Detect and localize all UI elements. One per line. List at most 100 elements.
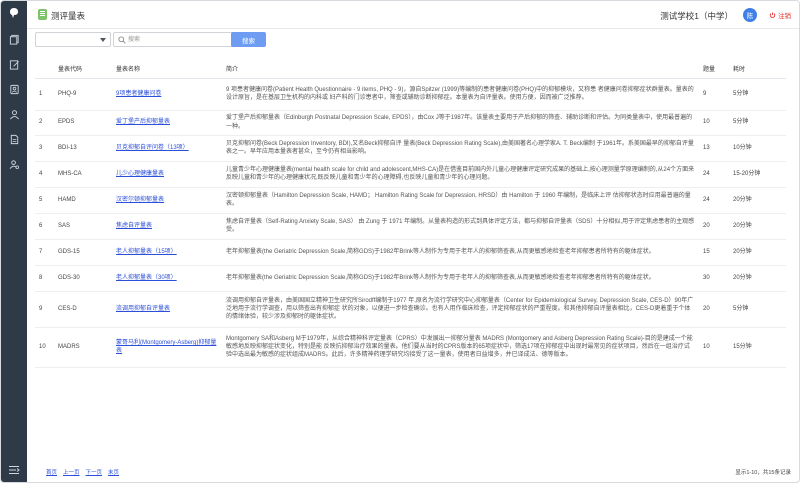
school-name[interactable]: 测试学校1（中学） — [660, 10, 733, 22]
last-page-link[interactable]: 末页 — [108, 468, 119, 476]
scale-intro: 爱丁堡产后抑郁量表（Edinburgh Postnatal Depression… — [222, 110, 699, 136]
app-window: 测评量表 测试学校1（中学） 陈 注销 搜索 量表代码 量表名称 简介 题量 — [0, 0, 800, 483]
scale-code: MHS-CA — [54, 161, 112, 188]
scale-items: 9 — [699, 78, 729, 111]
pages-icon[interactable] — [8, 33, 20, 45]
table-row: 5 HAMD 汉密尔顿抑郁量表 汉密顿抑郁量表（Hamilton Depress… — [35, 187, 786, 214]
scale-name-link[interactable]: 蒙哥马利(Montgomery-Asberg)抑郁量表 — [116, 340, 216, 354]
scale-code: PHQ-9 — [54, 78, 112, 111]
row-index: 10 — [35, 327, 54, 368]
scale-time: 10分钟 — [729, 135, 786, 162]
row-index: 4 — [35, 161, 54, 188]
scale-time: 20分钟 — [729, 265, 786, 292]
table-row: 8 GDS-30 老人抑郁量表（30项） 老年抑郁量表(the Geriatri… — [35, 265, 786, 292]
table-row: 3 BDI-13 贝克抑郁自评问卷（13项） 贝克抑郁问卷(Beck Depre… — [35, 135, 786, 162]
col-header-index — [35, 59, 54, 79]
row-index: 9 — [35, 291, 54, 328]
user-settings-icon[interactable] — [8, 158, 20, 170]
scale-intro: 9 项患者健康问卷(Patient Health Questionnaire -… — [222, 78, 699, 111]
top-bar: 测评量表 测试学校1（中学） 陈 注销 — [27, 1, 799, 29]
pagination: 首页 上一页 下一页 末页 — [46, 468, 119, 476]
table-row: 10 MADRS 蒙哥马利(Montgomery-Asberg)抑郁量表 Mon… — [35, 327, 786, 368]
scale-items: 24 — [699, 187, 729, 214]
first-page-link[interactable]: 首页 — [46, 468, 57, 476]
table-row: 6 SAS 焦虑自评量表 焦虑自评量表（Self-Rating Anxiety … — [35, 213, 786, 240]
document-icon[interactable] — [8, 133, 20, 145]
scale-items: 10 — [699, 110, 729, 136]
table-row: 7 GDS-15 老人抑郁量表（15项） 老年抑郁量表(the Geriatri… — [35, 239, 786, 266]
scale-time: 20分钟 — [729, 239, 786, 266]
scale-code: GDS-15 — [54, 239, 112, 266]
expand-menu-icon[interactable] — [8, 465, 20, 475]
row-index: 1 — [35, 78, 54, 111]
scale-intro: 儿童青少年心理健康量表(mental health scale for chil… — [222, 161, 699, 188]
scale-name-link[interactable]: 流调用抑郁自评量表 — [116, 306, 170, 312]
col-header-name[interactable]: 量表名称 — [112, 59, 222, 79]
scale-name-link[interactable]: 焦虑自评量表 — [116, 223, 152, 229]
search-button[interactable]: 搜索 — [231, 32, 266, 47]
prev-page-link[interactable]: 上一页 — [63, 468, 80, 476]
avatar[interactable]: 陈 — [743, 8, 757, 22]
scale-items: 10 — [699, 327, 729, 368]
sidebar — [1, 1, 27, 482]
scale-code: BDI-13 — [54, 135, 112, 162]
scale-items: 30 — [699, 265, 729, 292]
table-row: 2 EPDS 爱丁堡产后抑郁量表 爱丁堡产后抑郁量表（Edinburgh Pos… — [35, 110, 786, 136]
col-header-time[interactable]: 耗时 — [729, 59, 786, 79]
search-icon — [118, 36, 126, 44]
scale-name-link[interactable]: 老人抑郁量表（30项） — [116, 275, 177, 281]
logout-button[interactable]: 注销 — [769, 10, 791, 20]
table-row: 4 MHS-CA 儿少心理健康量表 儿童青少年心理健康量表(mental hea… — [35, 161, 786, 188]
scale-intro: 流调用抑郁自评量表，由美国国立精神卫生研究所Sirodff编制于1977 年,原… — [222, 291, 699, 328]
record-summary: 显示1-10，共15条记录 — [735, 470, 791, 476]
scale-items: 24 — [699, 161, 729, 188]
scale-name-link[interactable]: 老人抑郁量表（15项） — [116, 249, 177, 255]
scale-intro: 焦虑自评量表（Self-Rating Anxiety Scale, SAS） 由… — [222, 213, 699, 240]
logout-label: 注销 — [778, 13, 791, 20]
scale-name-link[interactable]: 贝克抑郁自评问卷（13项） — [116, 145, 189, 151]
row-index: 8 — [35, 265, 54, 292]
scale-items: 20 — [699, 291, 729, 328]
scale-items: 20 — [699, 213, 729, 240]
row-index: 6 — [35, 213, 54, 240]
scale-time: 5分钟 — [729, 78, 786, 111]
scale-table: 量表代码 量表名称 简介 题量 耗时 1 PHQ-9 9项患者健康问卷 9 项患… — [35, 59, 786, 368]
row-index: 5 — [35, 187, 54, 214]
scale-code: CES-D — [54, 291, 112, 328]
scale-intro: 老年抑郁量表(the Geriatric Depression Scale,简称… — [222, 239, 699, 266]
user-icon[interactable] — [8, 108, 20, 120]
table-header: 量表代码 量表名称 简介 题量 耗时 — [35, 59, 786, 79]
row-index: 3 — [35, 135, 54, 162]
col-header-code[interactable]: 量表代码 — [54, 59, 112, 79]
table-row: 9 CES-D 流调用抑郁自评量表 流调用抑郁自评量表，由美国国立精神卫生研究所… — [35, 291, 786, 328]
scale-time: 5分钟 — [729, 110, 786, 136]
next-page-link[interactable]: 下一页 — [86, 468, 103, 476]
scale-time: 15-20分钟 — [729, 161, 786, 188]
scale-app-icon — [38, 9, 47, 20]
scale-intro: 老年抑郁量表(the Geriatric Depression Scale,简称… — [222, 265, 699, 292]
scale-time: 20分钟 — [729, 187, 786, 214]
scale-code: EPDS — [54, 110, 112, 136]
scale-items: 13 — [699, 135, 729, 162]
scale-time: 20分钟 — [729, 213, 786, 240]
power-icon — [769, 11, 776, 18]
scale-name-link[interactable]: 儿少心理健康量表 — [116, 171, 164, 177]
col-header-items[interactable]: 题量 — [699, 59, 729, 79]
scale-time: 15分钟 — [729, 327, 786, 368]
scale-time: 5分钟 — [729, 291, 786, 328]
scale-intro: 汉密顿抑郁量表（Hamilton Depression Scale, HAMD；… — [222, 187, 699, 214]
scale-code: HAMD — [54, 187, 112, 214]
edit-icon[interactable] — [8, 58, 20, 70]
scale-name-link[interactable]: 9项患者健康问卷 — [116, 91, 161, 97]
logo-icon — [8, 7, 20, 19]
row-index: 2 — [35, 110, 54, 136]
scale-code: SAS — [54, 213, 112, 240]
scale-name-link[interactable]: 汉密尔顿抑郁量表 — [116, 197, 164, 203]
scale-intro: 贝克抑郁问卷(Beck Depression Inventory, BDI),又… — [222, 135, 699, 162]
category-select[interactable] — [35, 32, 111, 47]
contact-card-icon[interactable] — [8, 83, 20, 95]
scale-intro: Montgomery SA和Asberg M于1979年，从综合精神科评定量表（… — [222, 327, 699, 368]
scale-name-link[interactable]: 爱丁堡产后抑郁量表 — [116, 119, 170, 125]
table-row: 1 PHQ-9 9项患者健康问卷 9 项患者健康问卷(Patient Healt… — [35, 78, 786, 111]
scale-code: MADRS — [54, 327, 112, 368]
